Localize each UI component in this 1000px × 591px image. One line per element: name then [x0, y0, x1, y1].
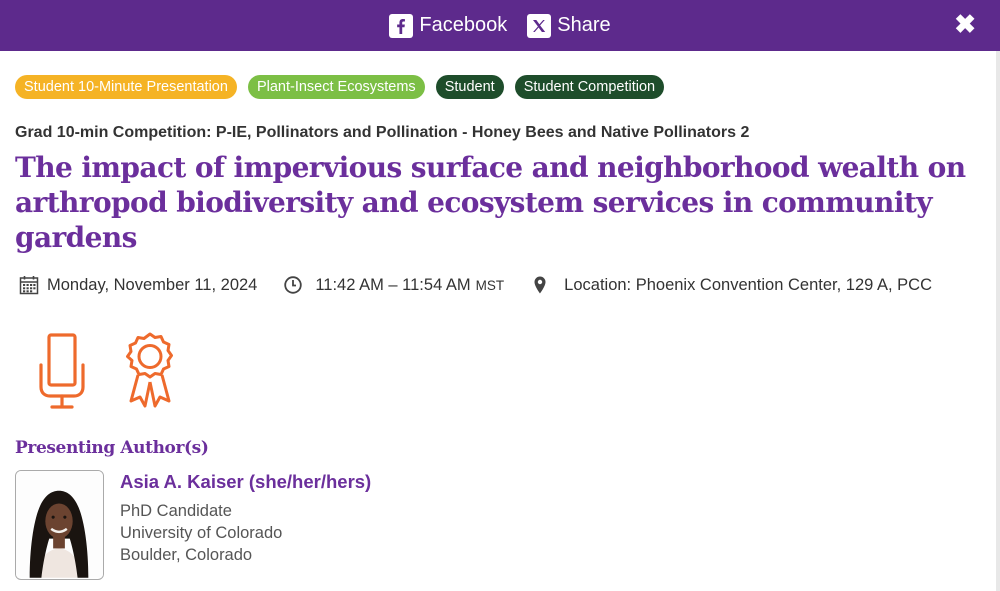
facebook-share-button[interactable]: Facebook [389, 13, 508, 38]
author-name-link[interactable]: Asia A. Kaiser (she/her/hers) [120, 471, 371, 493]
tag-list: Student 10-Minute Presentation Plant-Ins… [15, 75, 990, 101]
location-text: Location: Phoenix Convention Center, 129… [564, 275, 932, 294]
author-card: Asia A. Kaiser (she/her/hers) PhD Candid… [15, 470, 990, 580]
author-info: Asia A. Kaiser (she/her/hers) PhD Candid… [120, 471, 371, 580]
session-name: Grad 10-min Competition: P-IE, Pollinato… [15, 124, 750, 141]
tag-student-competition[interactable]: Student Competition [514, 75, 665, 99]
facebook-label: Facebook [419, 14, 508, 36]
session-meta: Monday, November 11, 2024 11:42 AM – 11:… [15, 273, 990, 297]
meta-time: 11:42 AM – 11:54 AM MST [283, 275, 504, 295]
author-photo-icon [16, 471, 103, 578]
author-affiliation: University of Colorado [120, 524, 283, 542]
presentation-title: The impact of impervious surface and nei… [15, 151, 966, 254]
tag-plant-insect-ecosystems[interactable]: Plant-Insect Ecosystems [247, 75, 425, 99]
session-detail: Student 10-Minute Presentation Plant-Ins… [15, 75, 990, 580]
calendar-icon [19, 276, 39, 295]
share-bar: Facebook Share ✖ [0, 0, 1000, 51]
tag-student[interactable]: Student [435, 75, 504, 99]
presenting-authors-heading: Presenting Author(s) [15, 438, 209, 458]
x-logo-icon [527, 13, 552, 38]
timezone-text: MST [475, 277, 505, 293]
tag-student-10-minute-presentation[interactable]: Student 10-Minute Presentation [15, 75, 237, 99]
close-icon[interactable]: ✖ [954, 11, 976, 37]
time-text: 11:42 AM – 11:54 AM [315, 275, 471, 294]
avatar[interactable] [15, 470, 104, 580]
author-role: PhD Candidate [120, 502, 232, 520]
date-text: Monday, November 11, 2024 [47, 275, 258, 294]
meta-date: Monday, November 11, 2024 [19, 275, 257, 295]
clock-icon [284, 276, 303, 294]
author-location: Boulder, Colorado [120, 546, 253, 564]
x-share-button[interactable]: Share [527, 13, 611, 38]
microphone-icon [39, 333, 85, 409]
map-pin-icon [534, 276, 546, 294]
scrollbar[interactable] [996, 51, 1000, 591]
badge-row [15, 331, 990, 411]
share-label: Share [557, 14, 611, 36]
facebook-icon [389, 13, 414, 38]
meta-location: Location: Phoenix Convention Center, 129… [530, 275, 932, 295]
award-ribbon-icon [126, 332, 173, 408]
